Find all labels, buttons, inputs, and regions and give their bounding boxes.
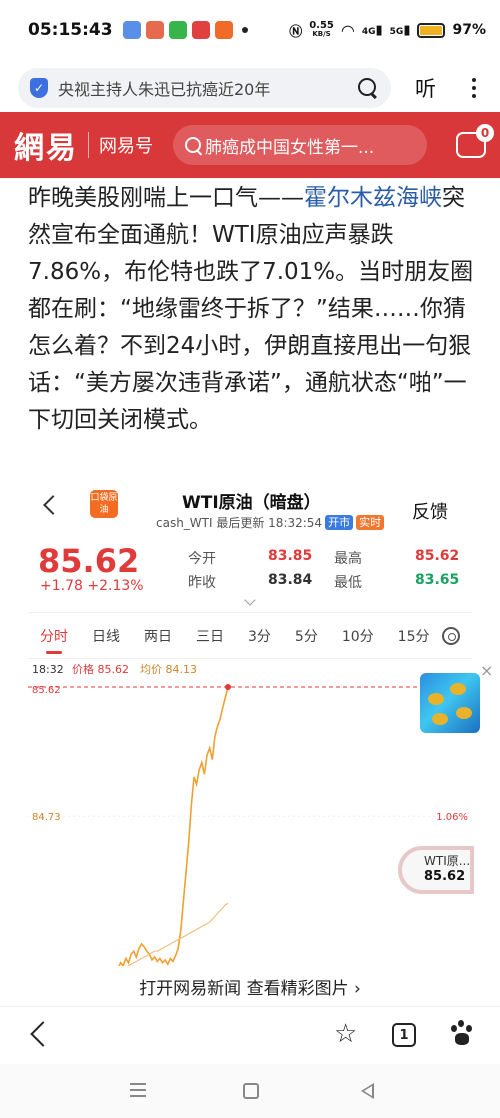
tabs-button[interactable]: 1	[392, 1023, 416, 1047]
app-notification-icon	[214, 21, 233, 39]
signal-4g-icon: 4G▮	[361, 22, 383, 38]
open-value: 83.85	[268, 548, 313, 564]
article-body: 昨晚美股刚喘上一口气——霍尔木兹海峡突然宣布全面通航！WTI原油应声暴跌7.86…	[28, 180, 478, 439]
battery-percent: 97%	[452, 22, 486, 38]
article-image-quote[interactable]: 口袋原油 WTI原油（暗盘） cash_WTI 最后更新 18:32:54 开市…	[28, 476, 472, 1006]
period-tab[interactable]: 15分	[398, 626, 430, 646]
legend-price: 价格 85.62	[72, 662, 129, 676]
low-value: 83.65	[415, 572, 460, 588]
fish-icon	[428, 693, 444, 705]
more-notifications-dot	[241, 27, 248, 33]
search-icon[interactable]	[357, 77, 379, 99]
fish-icon	[456, 707, 472, 719]
system-nav-bar	[0, 1064, 500, 1118]
legend-avg: 均价 84.13	[140, 663, 197, 676]
favorite-star-icon[interactable]: ☆	[334, 1019, 357, 1049]
home-icon[interactable]	[243, 1083, 259, 1099]
notification-icons	[122, 21, 248, 39]
open-app-bar[interactable]: 打开网易新闻 查看精彩图片 ›	[28, 966, 472, 1006]
high-value: 85.62	[415, 548, 460, 564]
netease-logo[interactable]: 網易	[14, 123, 78, 167]
open-label: 今开	[188, 551, 216, 567]
app-notification-icon	[145, 21, 164, 39]
header-divider	[88, 132, 89, 158]
netease-header: 網易 网易号 肺癌成中国女性第一... 0	[0, 112, 500, 178]
nav-back-icon[interactable]	[361, 1083, 374, 1099]
page: 05:15:43 Ⓝ 0.55 KB/S ◠ 4G▮ 5G▮ 97% ✓ 央视主…	[0, 0, 500, 1118]
period-tab[interactable]: 三日	[196, 626, 224, 646]
search-query[interactable]: 央视主持人朱迅已抗癌近20年	[58, 76, 357, 100]
period-tabs: 分时 日线 两日 三日 3分 5分 10分 15分	[28, 612, 472, 658]
price-series-line	[117, 686, 229, 969]
quote-title: WTI原油（暗盘）	[182, 493, 321, 513]
status-time: 05:15:43	[28, 20, 113, 40]
article-text-main: 突然宣布全面通航！WTI原油应声暴跌7.86%，布伦特也跌了7.01%。当时朋友…	[28, 185, 474, 433]
wifi-icon: ◠	[340, 20, 355, 40]
low-label: 最低	[334, 575, 362, 591]
back-icon	[43, 495, 63, 515]
more-menu-icon[interactable]	[472, 78, 482, 98]
period-tab[interactable]: 3分	[248, 626, 271, 646]
floating-quote-price: 85.62	[424, 869, 466, 884]
floating-quote-name: WTI原...	[424, 854, 471, 868]
article-link[interactable]: 霍尔木兹海峡	[304, 185, 442, 211]
period-tab[interactable]: 10分	[342, 626, 374, 646]
settings-gear-icon[interactable]	[442, 627, 460, 645]
message-badge: 0	[476, 124, 494, 142]
y-tick-label: 84.73	[32, 812, 61, 823]
recent-apps-icon[interactable]	[130, 1083, 146, 1101]
article-text-intro: 昨晚美股刚喘上一口气——	[28, 185, 304, 211]
back-button[interactable]	[30, 1021, 56, 1047]
shield-icon: ✓	[30, 78, 48, 98]
prev-close-value: 83.84	[268, 572, 313, 588]
address-search-box[interactable]: ✓ 央视主持人朱迅已抗癌近20年	[18, 68, 391, 108]
expand-chevron-icon	[244, 594, 256, 606]
browser-bottom-bar: ☆ 1	[0, 1006, 500, 1064]
prev-close-label: 昨收	[188, 575, 216, 591]
period-tab[interactable]: 两日	[144, 626, 172, 646]
system-indicators: Ⓝ 0.55 KB/S ◠ 4G▮ 5G▮ 97%	[289, 21, 486, 40]
high-label: 最高	[334, 551, 362, 567]
quote-price-block: 85.62 +1.78 +2.13% 今开 83.85 最高 85.62 昨收 …	[28, 540, 472, 606]
search-icon	[185, 137, 201, 153]
current-price: 85.62	[38, 542, 140, 580]
floating-quote-widget[interactable]: WTI原... 85.62	[398, 846, 474, 894]
app-logo: 口袋原油	[90, 490, 118, 518]
app-notification-icon	[122, 21, 141, 39]
right-pct-label: 1.06%	[436, 812, 468, 823]
period-tab[interactable]: 日线	[92, 626, 120, 646]
status-bar: 05:15:43 Ⓝ 0.55 KB/S ◠ 4G▮ 5G▮ 97%	[0, 0, 500, 60]
legend-time: 18:32	[32, 663, 64, 676]
browser-toolbar: ✓ 央视主持人朱迅已抗癌近20年 听	[0, 62, 500, 114]
price-chart-svg: 18:32 价格 85.62 均价 84.13 85.62 84.73 1.06%	[28, 662, 472, 973]
channel-name[interactable]: 网易号	[99, 132, 153, 158]
price-change: +1.78 +2.13%	[40, 578, 144, 594]
message-icon[interactable]: 0	[456, 124, 494, 158]
app-notification-icon	[191, 21, 210, 39]
y-tick-label: 85.62	[32, 685, 61, 696]
period-tab[interactable]: 5分	[295, 626, 318, 646]
fish-icon	[432, 713, 448, 725]
fish-icon	[450, 683, 466, 695]
last-price-dot	[225, 684, 231, 690]
ad-thumbnail[interactable]	[420, 673, 480, 733]
ad-close-icon[interactable]: ×	[480, 661, 493, 680]
baidu-paw-icon[interactable]	[448, 1019, 476, 1047]
signal-5g-icon: 5G▮	[389, 22, 411, 38]
battery-icon	[417, 22, 446, 38]
net-speed: 0.55 KB/S	[309, 20, 334, 39]
quote-header: 口袋原油 WTI原油（暗盘） cash_WTI 最后更新 18:32:54 开市…	[28, 476, 472, 540]
nfc-icon: Ⓝ	[289, 24, 303, 40]
realtime-tag: 实时	[356, 515, 385, 530]
app-notification-icon	[168, 21, 187, 39]
netease-search-text: 肺癌成中国女性第一...	[205, 137, 375, 158]
intraday-chart: 18:32 价格 85.62 均价 84.13 85.62 84.73 1.06%	[28, 658, 472, 980]
market-open-tag: 开市	[325, 515, 354, 530]
listen-button[interactable]: 听	[415, 73, 436, 103]
period-tab[interactable]: 分时	[40, 626, 68, 654]
feedback-label: 反馈	[412, 502, 448, 523]
quote-subtitle: cash_WTI 最后更新 18:32:54 开市 实时	[156, 514, 385, 531]
netease-search-box[interactable]: 肺癌成中国女性第一...	[173, 125, 427, 165]
